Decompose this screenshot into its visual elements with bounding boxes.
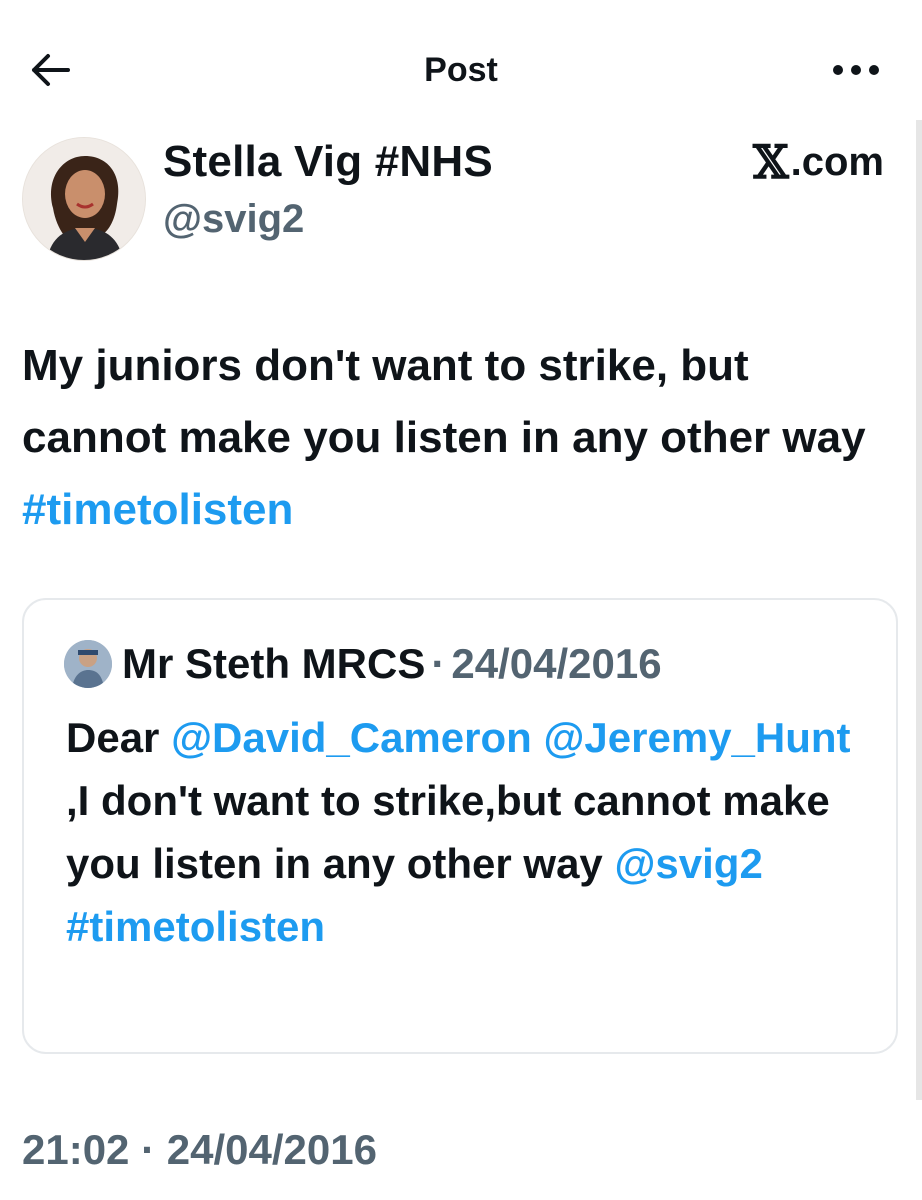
separator-dot: ·: [431, 640, 446, 687]
x-logo-icon: 𝕏: [752, 135, 789, 189]
mention-link[interactable]: @Jeremy_Hunt: [543, 714, 850, 761]
author-avatar[interactable]: [22, 137, 146, 261]
quoted-author-name[interactable]: Mr Steth MRCS: [122, 640, 425, 687]
quoted-text-lead: Dear: [66, 714, 172, 761]
post-hashtag-link[interactable]: #timetolisten: [22, 485, 293, 534]
scrollbar-track: [916, 120, 922, 1100]
mention-link[interactable]: @David_Cameron: [171, 714, 532, 761]
mention-link[interactable]: @svig2: [614, 840, 762, 887]
author-display-name[interactable]: Stella Vig #NHS: [163, 136, 493, 188]
top-bar: Post: [0, 0, 922, 140]
post-date: 24/04/2016: [166, 1126, 377, 1173]
post-timestamp[interactable]: 21:02 · 24/04/2016: [22, 1124, 377, 1176]
post-body: My juniors don't want to strike, but can…: [22, 341, 866, 462]
quoted-date: 24/04/2016: [451, 640, 662, 687]
more-horizontal-icon: [833, 65, 879, 75]
quoted-post-card[interactable]: Mr Steth MRCS · 24/04/2016 Dear @David_Cam…: [22, 598, 898, 1054]
quoted-text: Dear @David_Cameron @Jeremy_Hunt ,I don'…: [66, 706, 866, 958]
quoted-author-avatar: [64, 640, 112, 688]
post-time: 21:02: [22, 1126, 130, 1173]
source-text: .com: [790, 140, 884, 184]
quoted-header: Mr Steth MRCS · 24/04/2016: [122, 638, 662, 690]
source-label: 𝕏 .com: [753, 138, 884, 186]
quoted-avatar-photo: [64, 640, 112, 688]
post-text: My juniors don't want to strike, but can…: [22, 330, 902, 546]
author-handle[interactable]: @svig2: [163, 195, 304, 243]
avatar-photo: [23, 138, 145, 260]
separator-dot: ·: [141, 1126, 156, 1173]
page-title: Post: [424, 51, 498, 89]
quoted-hashtag-link[interactable]: #timetolisten: [66, 903, 325, 950]
more-options-button[interactable]: [826, 50, 886, 90]
